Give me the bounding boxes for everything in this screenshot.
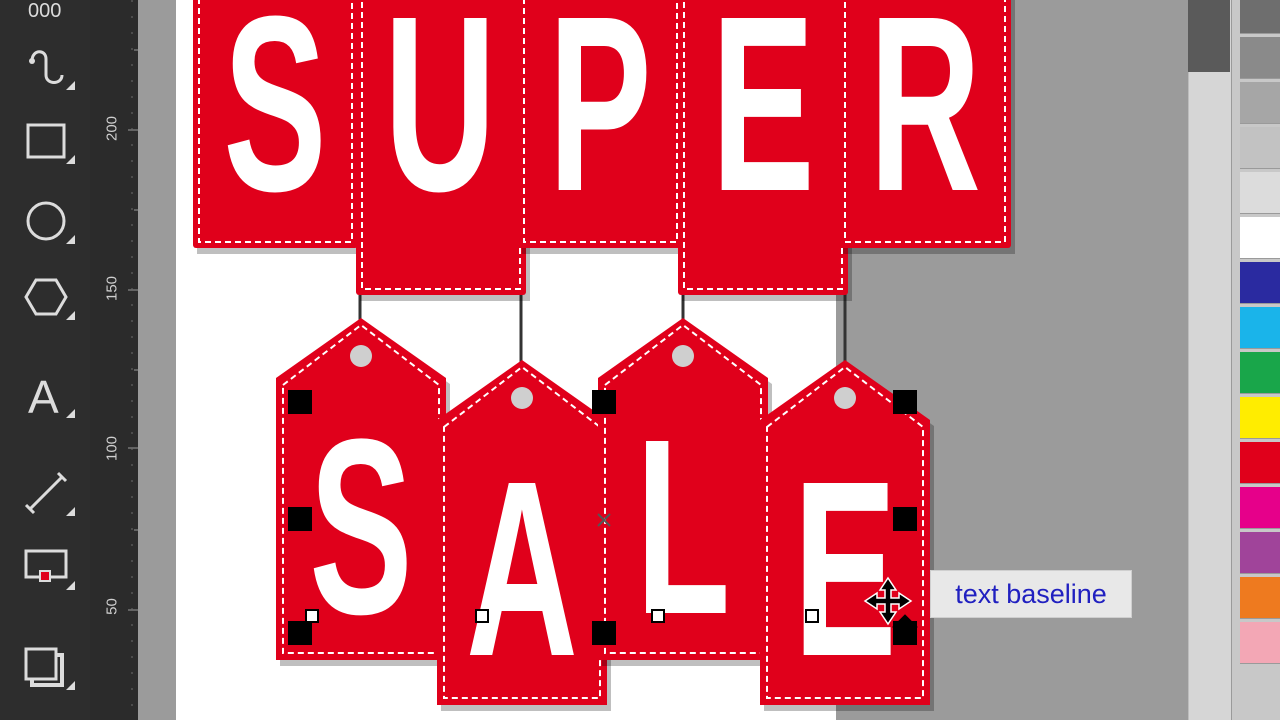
tag-letter: E xyxy=(711,0,814,244)
tag-super-4[interactable]: R xyxy=(839,0,1015,254)
palette-swatch[interactable] xyxy=(1240,532,1280,574)
selection-handle[interactable] xyxy=(288,507,312,531)
tag-letter: U xyxy=(384,0,496,244)
tag-super-1[interactable]: U xyxy=(356,0,530,301)
tag-sale-0[interactable]: S xyxy=(276,318,450,667)
palette-swatch[interactable] xyxy=(1240,352,1280,394)
palette-swatch[interactable] xyxy=(1240,217,1280,259)
color-palette xyxy=(1232,0,1280,720)
tag-letter: R xyxy=(869,0,981,244)
tag-letter: S xyxy=(309,388,412,667)
baseline-node[interactable] xyxy=(651,609,665,623)
tag-letter: S xyxy=(223,0,326,244)
selection-handle[interactable] xyxy=(893,390,917,414)
snap-tooltip: text baseline xyxy=(930,570,1132,618)
baseline-node[interactable] xyxy=(475,609,489,623)
baseline-node[interactable] xyxy=(805,609,819,623)
palette-swatch[interactable] xyxy=(1240,172,1280,214)
tag-hole xyxy=(834,387,856,409)
palette-swatch[interactable] xyxy=(1240,622,1280,664)
palette-swatch[interactable] xyxy=(1240,82,1280,124)
palette-swatch[interactable] xyxy=(1240,397,1280,439)
palette-swatch[interactable] xyxy=(1240,487,1280,529)
tag-super-3[interactable]: E xyxy=(678,0,852,301)
selection-handle[interactable] xyxy=(592,390,616,414)
palette-swatch[interactable] xyxy=(1240,37,1280,79)
palette-swatch[interactable] xyxy=(1240,442,1280,484)
selection-handle[interactable] xyxy=(288,390,312,414)
sale-tags[interactable]: SALE xyxy=(276,318,934,711)
tag-letter: A xyxy=(466,430,578,709)
super-tags[interactable]: SUPER xyxy=(193,0,1015,301)
palette-swatch[interactable] xyxy=(1240,0,1280,34)
tag-letter: E xyxy=(793,430,896,709)
tag-letter: P xyxy=(548,0,651,244)
tag-letter: L xyxy=(636,388,731,667)
selection-handle[interactable] xyxy=(288,621,312,645)
selection-handle[interactable] xyxy=(592,621,616,645)
tag-sale-2[interactable]: L xyxy=(598,318,772,667)
vertical-scrollbar[interactable] xyxy=(1188,0,1231,720)
palette-swatch[interactable] xyxy=(1240,262,1280,304)
palette-swatch[interactable] xyxy=(1240,127,1280,169)
tag-hole xyxy=(350,345,372,367)
palette-swatch[interactable] xyxy=(1240,307,1280,349)
tooltip-text: text baseline xyxy=(955,578,1107,609)
tag-hole xyxy=(511,387,533,409)
baseline-node[interactable] xyxy=(305,609,319,623)
tag-sale-1[interactable]: A xyxy=(437,360,611,711)
tag-hole xyxy=(672,345,694,367)
scrollbar-thumb[interactable] xyxy=(1188,0,1230,72)
selection-handle[interactable] xyxy=(893,507,917,531)
tag-super-2[interactable]: P xyxy=(518,0,687,254)
tag-super-0[interactable]: S xyxy=(193,0,362,254)
palette-swatch[interactable] xyxy=(1240,577,1280,619)
